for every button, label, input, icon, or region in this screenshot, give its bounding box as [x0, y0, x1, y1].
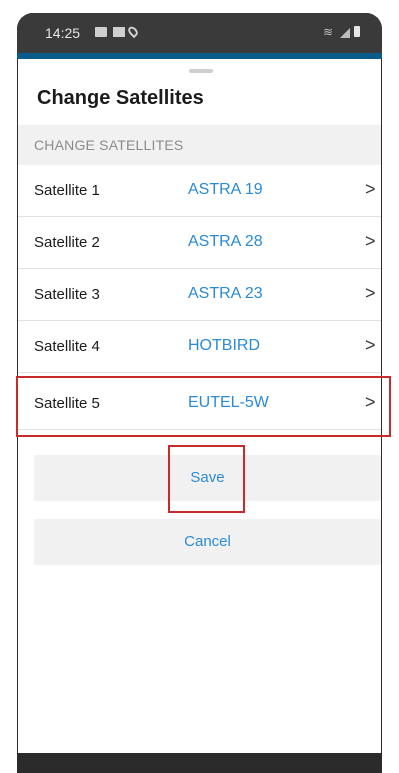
sheet-handle[interactable]: [189, 69, 213, 73]
satellite-row-3[interactable]: Satellite 3 ASTRA 23 >: [18, 269, 381, 321]
phone-bottom-bezel: [17, 753, 382, 773]
location-icon: [126, 24, 140, 39]
chevron-right-icon: >: [365, 335, 376, 355]
satellite-label: Satellite 3: [34, 286, 100, 303]
battery-icon: [354, 26, 360, 37]
cancel-label: Cancel: [184, 533, 231, 550]
satellite-label: Satellite 2: [34, 234, 100, 251]
satellite-label: Satellite 4: [34, 338, 100, 355]
phone-frame: 14:25 ≋ Change Satellites CHANGE SATELLI…: [16, 13, 391, 773]
satellite-label: Satellite 1: [34, 182, 100, 199]
status-bar: 14:25 ≋: [17, 13, 382, 53]
satellite-row-2[interactable]: Satellite 2 ASTRA 28 >: [18, 217, 381, 269]
chevron-right-icon: >: [365, 231, 376, 251]
satellite-value: ASTRA 23: [188, 285, 263, 302]
satellite-value: ASTRA 19: [188, 181, 263, 198]
satellite-row-4[interactable]: Satellite 4 HOTBIRD >: [18, 321, 381, 373]
satellite-row-1[interactable]: Satellite 1 ASTRA 19 >: [18, 165, 381, 217]
signal-icon: [340, 28, 350, 38]
cast-icon: [113, 27, 125, 37]
image-icon: [95, 27, 107, 37]
selected-row-highlight: [16, 376, 391, 437]
sheet-title: Change Satellites: [37, 87, 204, 109]
section-header: CHANGE SATELLITES: [18, 125, 381, 165]
wifi-icon: ≋: [323, 25, 334, 39]
satellite-value: ASTRA 28: [188, 233, 263, 250]
status-time: 14:25: [45, 25, 81, 41]
save-button-highlight: [168, 445, 245, 513]
chevron-right-icon: >: [365, 179, 376, 199]
satellite-value: HOTBIRD: [188, 337, 260, 354]
chevron-right-icon: >: [365, 283, 376, 303]
bottom-sheet: Change Satellites CHANGE SATELLITES Sate…: [16, 59, 391, 773]
cancel-button[interactable]: Cancel: [34, 519, 381, 565]
